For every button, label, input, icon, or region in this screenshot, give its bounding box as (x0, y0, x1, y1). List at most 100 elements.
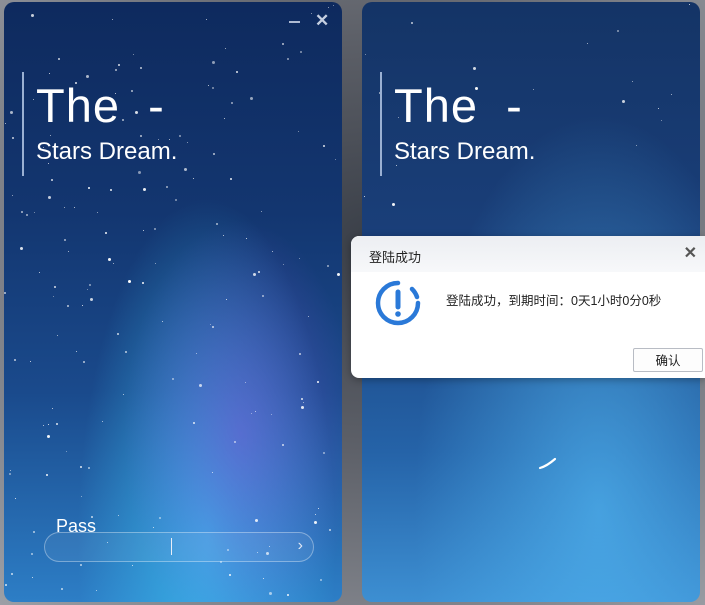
star (215, 222, 218, 225)
star (137, 170, 141, 174)
star (155, 263, 157, 265)
star (12, 194, 14, 196)
star (363, 195, 365, 197)
login-panel: ✕ The - Stars Dream. Pass › (4, 2, 342, 602)
star (20, 247, 23, 251)
star (587, 43, 589, 45)
star (328, 6, 330, 8)
star (49, 135, 51, 137)
star (226, 298, 228, 300)
star (9, 473, 12, 475)
star (9, 469, 11, 471)
star (198, 383, 202, 387)
star (61, 588, 64, 591)
star (51, 178, 54, 181)
star (111, 19, 113, 21)
star (162, 320, 164, 322)
star (212, 472, 214, 474)
star (224, 47, 226, 49)
star (263, 578, 265, 580)
star (76, 350, 78, 352)
star (212, 61, 216, 65)
star (660, 119, 662, 121)
star (87, 187, 90, 190)
star (184, 168, 188, 171)
star (208, 85, 210, 87)
submit-arrow-icon[interactable]: › (298, 537, 303, 555)
star (21, 211, 24, 214)
password-input[interactable]: › (44, 532, 314, 562)
star (179, 134, 182, 137)
star (38, 271, 40, 273)
star (212, 325, 215, 328)
star (308, 316, 310, 318)
star (64, 238, 67, 241)
star (175, 198, 178, 201)
star (63, 206, 65, 208)
star (210, 323, 212, 325)
star (392, 203, 395, 207)
star (102, 421, 104, 423)
star (473, 67, 477, 71)
star (10, 110, 14, 114)
star (328, 529, 331, 532)
star (142, 187, 146, 191)
star (57, 335, 59, 337)
dialog-header: 登陆成功 ✕ (351, 236, 705, 272)
star (46, 473, 49, 476)
close-button[interactable]: ✕ (315, 11, 329, 31)
star (158, 517, 161, 520)
dialog-close-icon[interactable]: ✕ (684, 243, 697, 263)
star (319, 579, 322, 582)
star (4, 291, 7, 294)
star (25, 213, 28, 216)
minimize-button[interactable] (289, 21, 300, 23)
star (250, 97, 254, 101)
star (66, 450, 68, 452)
star (127, 279, 131, 283)
star (271, 414, 273, 416)
star (46, 435, 50, 439)
star (32, 530, 35, 533)
star (139, 66, 142, 69)
star (108, 257, 112, 261)
star (141, 281, 144, 284)
star (11, 572, 14, 575)
star (88, 466, 91, 469)
info-icon (375, 280, 421, 326)
brand-subtitle: Stars Dream. (36, 138, 178, 165)
star (5, 584, 8, 587)
star (47, 195, 51, 199)
star (154, 228, 157, 231)
star (166, 185, 169, 188)
star (299, 257, 301, 259)
star (79, 466, 82, 469)
star (13, 359, 16, 362)
star (118, 515, 120, 517)
star (260, 210, 262, 212)
star (52, 407, 54, 409)
login-success-dialog: 登陆成功 ✕ 登陆成功，到期时间：0天1小时0分0秒 确认 (351, 236, 705, 378)
star (116, 333, 119, 336)
star (236, 71, 239, 74)
star (114, 69, 117, 72)
star (192, 177, 194, 179)
star (143, 230, 145, 232)
star (83, 360, 86, 363)
star (81, 305, 83, 307)
confirm-button[interactable]: 确认 (633, 348, 703, 372)
star (268, 591, 272, 595)
star (322, 144, 325, 147)
star (281, 42, 284, 45)
star (365, 53, 367, 55)
star (153, 527, 155, 529)
star (533, 89, 535, 91)
star (205, 18, 207, 20)
star (632, 80, 634, 82)
star (299, 352, 302, 355)
star (300, 406, 304, 410)
star (193, 422, 196, 424)
star (300, 51, 303, 54)
star (32, 99, 34, 101)
star (133, 53, 135, 55)
